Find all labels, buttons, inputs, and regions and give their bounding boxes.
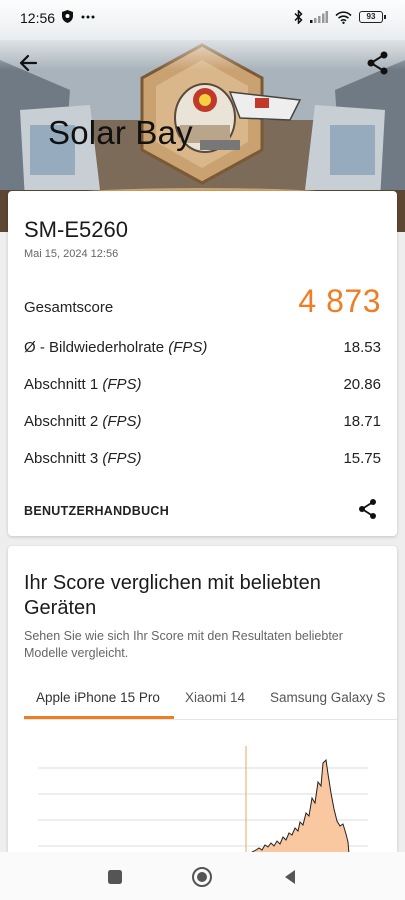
status-bar: 12:56 93 [0, 0, 405, 36]
more-dots-icon [81, 15, 95, 18]
histogram-area [251, 758, 351, 866]
system-back-button[interactable] [279, 866, 301, 888]
recents-square-icon [108, 870, 122, 884]
comparison-subtitle: Sehen Sie wie sich Ihr Score mit den Res… [24, 629, 343, 660]
metric-label: Abschnitt 1 [24, 376, 99, 393]
system-navigation-bar [0, 852, 405, 900]
back-triangle-icon [285, 870, 295, 884]
share-icon [367, 51, 388, 75]
result-date: Mai 15, 2024 12:56 [24, 248, 119, 260]
metric-value: 15.75 [343, 450, 381, 467]
metric-value: 18.53 [343, 339, 381, 356]
status-time: 12:56 [20, 10, 56, 26]
metric-row-section-3: Abschnitt 3 (FPS) 15.75 [24, 450, 381, 472]
metric-row-section-2: Abschnitt 2 (FPS) 18.71 [24, 413, 381, 435]
wifi-icon [335, 10, 352, 24]
metric-unit: (FPS) [102, 376, 142, 393]
share-button-header[interactable] [363, 48, 393, 78]
signal-icon [310, 11, 328, 23]
active-tab-indicator [24, 716, 174, 719]
score-histogram [38, 746, 368, 866]
total-score-value: 4 873 [298, 283, 381, 319]
metric-value: 20.86 [343, 376, 381, 393]
tab-xiaomi-14[interactable]: Xiaomi 14 [185, 690, 245, 705]
total-score-label: Gesamtscore [24, 299, 114, 316]
home-button[interactable] [191, 866, 213, 888]
device-name: SM-E5260 [24, 217, 128, 242]
comparison-card: Ihr Score verglichen mit beliebten Gerät… [8, 546, 397, 866]
metric-label: Abschnitt 3 [24, 450, 99, 467]
recents-button[interactable] [104, 866, 126, 888]
arrow-left-icon [19, 54, 38, 72]
shield-icon [62, 10, 73, 23]
metric-unit: (FPS) [102, 413, 142, 430]
home-circle-icon [192, 867, 212, 887]
metric-label: Abschnitt 2 [24, 413, 99, 430]
metric-value: 18.71 [343, 413, 381, 430]
metric-unit: (FPS) [168, 339, 208, 356]
user-manual-link[interactable]: BENUTZERHANDBUCH [24, 504, 169, 518]
page-title: Solar Bay [48, 114, 193, 151]
tab-apple-iphone-15-pro[interactable]: Apple iPhone 15 Pro [36, 690, 160, 705]
device-tabs: Apple iPhone 15 Pro Xiaomi 14 Samsung Ga… [24, 680, 397, 720]
back-button[interactable] [14, 48, 44, 78]
tab-samsung-galaxy[interactable]: Samsung Galaxy S [270, 690, 386, 705]
metric-row-section-1: Abschnitt 1 (FPS) 20.86 [24, 376, 381, 398]
comparison-title: Ihr Score verglichen mit beliebten Gerät… [24, 572, 321, 619]
metric-unit: (FPS) [102, 450, 142, 467]
metric-row-avg-fps: Ø - Bildwiederholrate (FPS) 18.53 [24, 339, 381, 361]
battery-icon: 93 [359, 11, 386, 23]
bluetooth-icon [294, 10, 303, 24]
metric-label: Ø - Bildwiederholrate [24, 339, 165, 356]
score-card: SM-E5260 Mai 15, 2024 12:56 Gesamtscore … [8, 191, 397, 536]
share-icon [359, 499, 376, 519]
share-result-button[interactable] [355, 496, 381, 522]
